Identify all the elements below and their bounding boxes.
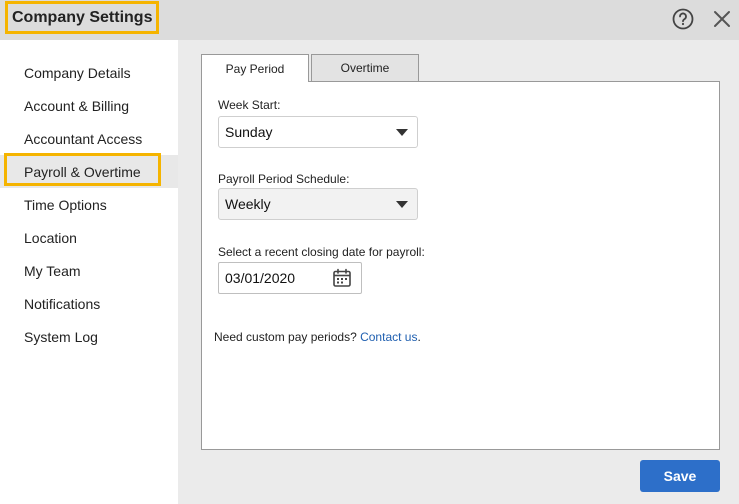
- help-circle-icon[interactable]: [672, 8, 694, 30]
- sidebar-item-location[interactable]: Location: [0, 221, 178, 254]
- tab-overtime[interactable]: Overtime: [311, 54, 419, 81]
- footnote-suffix: .: [417, 330, 421, 344]
- custom-pay-periods-note: Need custom pay periods? Contact us.: [214, 330, 421, 344]
- week-start-label: Week Start:: [218, 98, 281, 112]
- sidebar-item-payroll-overtime[interactable]: Payroll & Overtime: [0, 155, 178, 188]
- schedule-select[interactable]: Weekly: [218, 188, 418, 220]
- chevron-down-icon: [396, 129, 408, 136]
- sidebar: Company Details Account & Billing Accoun…: [0, 40, 178, 504]
- tab-pay-period[interactable]: Pay Period: [201, 54, 309, 82]
- schedule-label: Payroll Period Schedule:: [218, 172, 350, 186]
- sidebar-item-my-team[interactable]: My Team: [0, 254, 178, 287]
- chevron-down-icon: [396, 201, 408, 208]
- sidebar-item-account-billing[interactable]: Account & Billing: [0, 89, 178, 122]
- closing-date-label: Select a recent closing date for payroll…: [218, 245, 425, 259]
- schedule-value: Weekly: [225, 196, 271, 212]
- closing-date-value: 03/01/2020: [225, 270, 296, 286]
- title-highlight: Company Settings: [5, 1, 160, 34]
- sidebar-item-system-log[interactable]: System Log: [0, 320, 178, 353]
- title-bar: Company Settings: [0, 0, 739, 40]
- window-title: Company Settings: [12, 8, 153, 26]
- contact-us-link[interactable]: Contact us: [360, 330, 417, 344]
- sidebar-item-notifications[interactable]: Notifications: [0, 287, 178, 320]
- calendar-icon[interactable]: [332, 268, 352, 288]
- week-start-select[interactable]: Sunday: [218, 116, 418, 148]
- sidebar-item-accountant-access[interactable]: Accountant Access: [0, 122, 178, 155]
- sidebar-item-company-details[interactable]: Company Details: [0, 56, 178, 89]
- footnote-text: Need custom pay periods?: [214, 330, 361, 344]
- save-button[interactable]: Save: [640, 460, 720, 492]
- close-icon[interactable]: [712, 9, 732, 29]
- sidebar-item-time-options[interactable]: Time Options: [0, 188, 178, 221]
- week-start-value: Sunday: [225, 124, 273, 140]
